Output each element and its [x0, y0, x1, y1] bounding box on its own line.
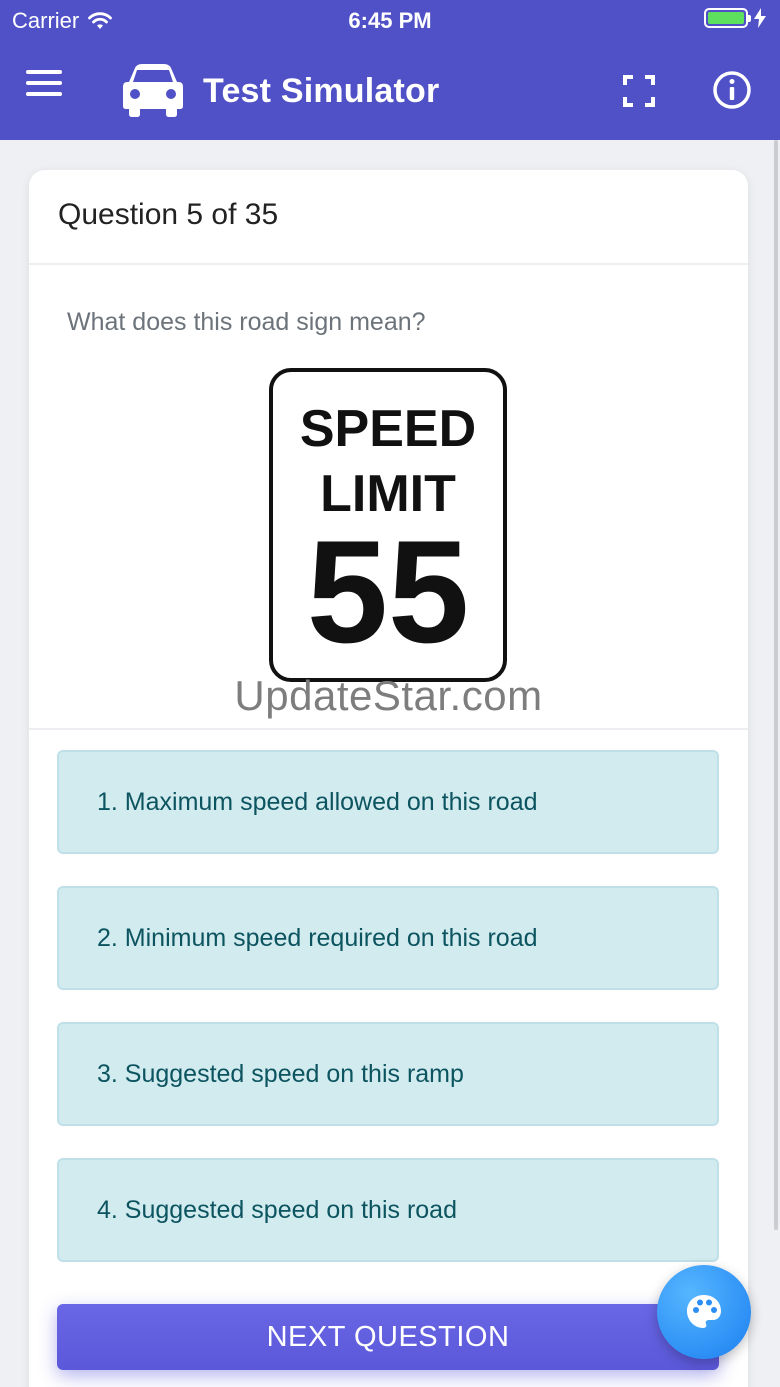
scrollbar[interactable]	[774, 140, 778, 1230]
top-bar: Carrier 6:45 PM Test Simulator	[0, 0, 780, 140]
charging-bolt-icon	[754, 8, 766, 28]
question-prompt: What does this road sign mean?	[67, 308, 426, 336]
answer-option-2[interactable]: 2. Minimum speed required on this road	[57, 886, 719, 990]
sign-line-1: SPEED	[300, 400, 476, 458]
status-bar: Carrier 6:45 PM	[0, 0, 780, 40]
status-time: 6:45 PM	[348, 8, 432, 33]
sign-number: 55	[307, 510, 469, 673]
battery-icon	[704, 8, 751, 28]
answer-option-3[interactable]: 3. Suggested speed on this ramp	[57, 1022, 719, 1126]
navigation-bar: Test Simulator	[0, 40, 780, 140]
app-title: Test Simulator	[203, 72, 440, 110]
card-divider	[29, 728, 748, 730]
answer-option-4[interactable]: 4. Suggested speed on this road	[57, 1158, 719, 1262]
battery-level-fill	[708, 12, 744, 24]
road-sign-graphic: SPEED LIMIT 55	[269, 368, 507, 682]
battery-indicator	[704, 8, 766, 28]
speed-limit-sign-image: SPEED LIMIT 55	[269, 368, 507, 682]
answer-list: 1. Maximum speed allowed on this road 2.…	[57, 750, 719, 1294]
watermark-text: UpdateStar.com	[234, 672, 543, 719]
fullscreen-icon[interactable]	[622, 74, 656, 108]
theme-palette-button[interactable]	[657, 1265, 751, 1359]
info-icon[interactable]	[712, 70, 752, 110]
hamburger-menu-icon[interactable]	[26, 70, 68, 110]
palette-icon	[687, 1295, 721, 1328]
next-question-button[interactable]: NEXT QUESTION	[57, 1304, 719, 1370]
question-card: Question 5 of 35 What does this road sig…	[29, 170, 748, 1387]
car-icon	[123, 64, 183, 117]
answer-option-1[interactable]: 1. Maximum speed allowed on this road	[57, 750, 719, 854]
question-counter: Question 5 of 35	[29, 170, 748, 265]
